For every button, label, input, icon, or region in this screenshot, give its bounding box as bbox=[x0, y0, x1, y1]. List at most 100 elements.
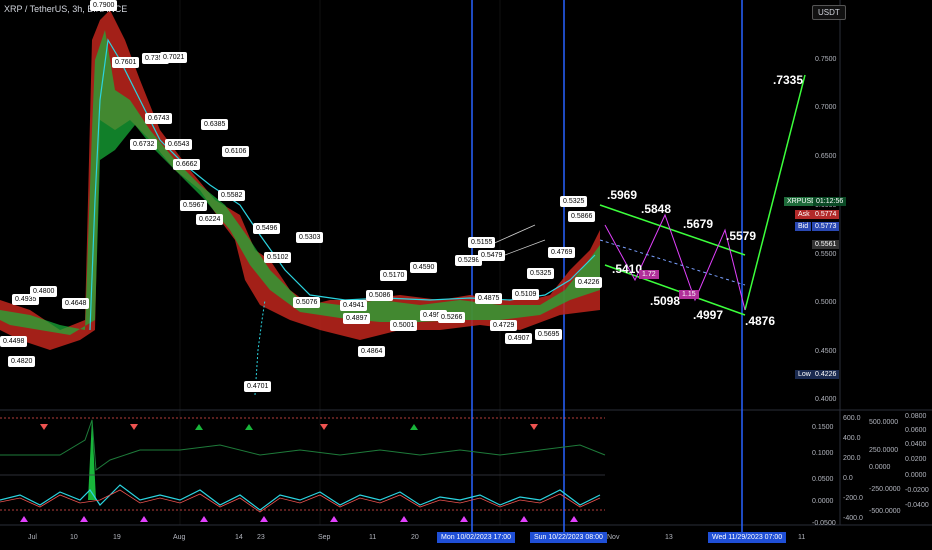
osc2-tick: 0.0 bbox=[843, 475, 853, 482]
date-box-oct22: Sun 10/22/2023 08:00 bbox=[530, 532, 607, 543]
price-label: 0.6543 bbox=[165, 139, 193, 150]
time-tick: Sep bbox=[318, 534, 331, 541]
price-tick: 0.4500 bbox=[815, 348, 837, 355]
time-tick: Nov bbox=[607, 534, 620, 541]
price-label: 0.5695 bbox=[535, 329, 563, 340]
price-label: 0.5967 bbox=[180, 200, 208, 211]
price-label: 0.5303 bbox=[296, 232, 324, 243]
osc3-tick: 250.0000 bbox=[869, 447, 899, 454]
price-label: 0.6662 bbox=[173, 159, 201, 170]
price-tick: 0.5500 bbox=[815, 251, 837, 258]
osc3-tick: -250.0000 bbox=[869, 486, 901, 493]
price-label: 0.5866 bbox=[568, 211, 596, 222]
price-label: 0.4897 bbox=[343, 313, 371, 324]
forecast-level: .5848 bbox=[641, 202, 672, 216]
osc2-tick: 200.0 bbox=[843, 455, 861, 462]
osc3-tick: -500.0000 bbox=[869, 508, 901, 515]
price-label: 0.5086 bbox=[366, 290, 394, 301]
price-label: 0.5102 bbox=[264, 252, 292, 263]
forecast-level: .5098 bbox=[650, 294, 681, 308]
price-tick: 0.7500 bbox=[815, 56, 837, 63]
price-label: 0.4498 bbox=[0, 336, 28, 347]
price-label: 0.7900 bbox=[90, 0, 118, 11]
osc2-tick: 600.0 bbox=[843, 415, 861, 422]
price-label: 0.4769 bbox=[548, 247, 576, 258]
osc1-tick: 0.0000 bbox=[812, 498, 834, 505]
forecast-level: .5679 bbox=[683, 217, 714, 231]
price-tick: 0.4000 bbox=[815, 396, 837, 403]
current-price-badge: 0.5561 bbox=[812, 240, 840, 249]
price-label: 0.5155 bbox=[468, 237, 496, 248]
forecast-tag: 1.15 bbox=[679, 290, 699, 299]
date-box-nov29: Wed 11/29/2023 07:00 bbox=[708, 532, 787, 543]
forecast-level: .5410 bbox=[612, 262, 643, 276]
ask-value: 0.5774 bbox=[812, 210, 840, 219]
price-label: 0.5582 bbox=[218, 190, 246, 201]
osc3-tick: 500.0000 bbox=[869, 419, 899, 426]
ask-label: Ask bbox=[795, 210, 813, 219]
osc4-tick: 0.0800 bbox=[905, 413, 927, 420]
osc1-tick: 0.0500 bbox=[812, 476, 834, 483]
price-label: 0.4875 bbox=[475, 293, 503, 304]
price-label: 0.4226 bbox=[575, 277, 603, 288]
bid-label: Bid bbox=[795, 222, 812, 231]
price-label: 0.6224 bbox=[196, 214, 224, 225]
time-tick: 14 bbox=[235, 534, 243, 541]
price-label: 0.4864 bbox=[358, 346, 386, 357]
osc3-tick: 0.0000 bbox=[869, 464, 891, 471]
osc1-tick: -0.0500 bbox=[812, 520, 836, 527]
date-box-oct02: Mon 10/02/2023 17:00 bbox=[437, 532, 516, 543]
osc4-tick: 0.0400 bbox=[905, 441, 927, 448]
osc2-tick: 400.0 bbox=[843, 435, 861, 442]
price-label: 0.5170 bbox=[380, 270, 408, 281]
forecast-level: .4997 bbox=[693, 308, 724, 322]
price-tick: 0.7000 bbox=[815, 104, 837, 111]
price-label: 0.6385 bbox=[201, 119, 229, 130]
price-label: 0.5479 bbox=[478, 250, 506, 261]
price-label: 0.4729 bbox=[490, 320, 518, 331]
time-tick: 20 bbox=[411, 534, 419, 541]
currency-button[interactable]: USDT bbox=[812, 5, 846, 20]
countdown-badge: 01:12:56 bbox=[813, 197, 847, 206]
osc4-tick: 0.0000 bbox=[905, 472, 927, 479]
forecast-level: .7335 bbox=[773, 73, 804, 87]
price-label: 0.4907 bbox=[505, 333, 533, 344]
price-label: 0.7601 bbox=[112, 57, 140, 68]
price-label: 0.5001 bbox=[390, 320, 418, 331]
price-label: 0.4590 bbox=[410, 262, 438, 273]
osc4-tick: 0.0600 bbox=[905, 427, 927, 434]
osc1-tick: 0.1000 bbox=[812, 450, 834, 457]
price-label: 0.6732 bbox=[130, 139, 158, 150]
price-label: 0.4648 bbox=[62, 298, 90, 309]
time-tick: 11 bbox=[798, 534, 806, 541]
price-label: 0.5266 bbox=[438, 312, 466, 323]
price-tick: 0.5000 bbox=[815, 299, 837, 306]
price-label: 0.5109 bbox=[512, 289, 540, 300]
osc4-tick: -0.0200 bbox=[905, 487, 929, 494]
price-label: 0.7021 bbox=[160, 52, 188, 63]
price-label: 0.5076 bbox=[293, 297, 321, 308]
osc2-tick: -400.0 bbox=[843, 515, 863, 522]
forecast-level: .5969 bbox=[607, 188, 638, 202]
forecast-level: .4876 bbox=[745, 314, 776, 328]
price-label: 0.5496 bbox=[253, 223, 281, 234]
time-tick: 11 bbox=[369, 534, 377, 541]
price-label: 0.4800 bbox=[30, 286, 58, 297]
forecast-level: .5579 bbox=[726, 229, 757, 243]
osc1-tick: 0.1500 bbox=[812, 424, 834, 431]
low-value: 0.4226 bbox=[812, 370, 840, 379]
bid-value: 0.5773 bbox=[812, 222, 840, 231]
time-tick: Aug bbox=[173, 534, 186, 541]
osc4-tick: 0.0200 bbox=[905, 456, 927, 463]
time-tick: 10 bbox=[70, 534, 78, 541]
price-label: 0.6106 bbox=[222, 146, 250, 157]
price-label: 0.4820 bbox=[8, 356, 36, 367]
price-label: 0.5325 bbox=[560, 196, 588, 207]
price-label: 0.6743 bbox=[145, 113, 173, 124]
forecast-tag: 1.72 bbox=[639, 270, 659, 279]
time-tick: 19 bbox=[113, 534, 121, 541]
time-tick: 13 bbox=[665, 534, 673, 541]
price-tick: 0.6500 bbox=[815, 153, 837, 160]
time-tick: Jul bbox=[28, 534, 37, 541]
osc2-tick: -200.0 bbox=[843, 495, 863, 502]
